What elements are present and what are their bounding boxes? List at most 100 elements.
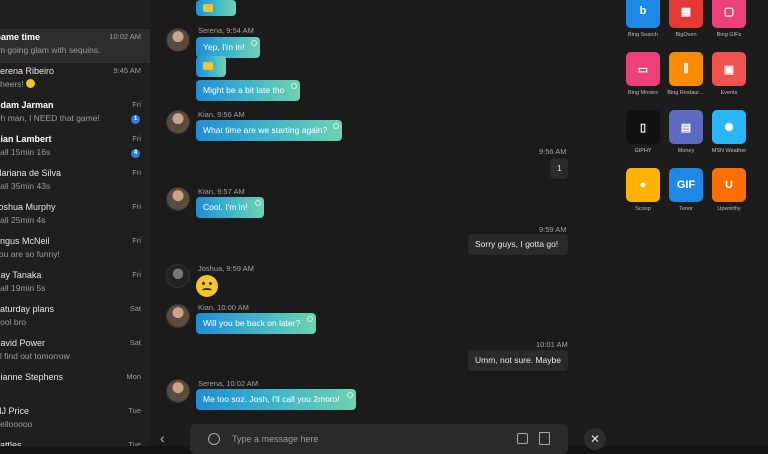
preview-text: I'm going glam with sequins. bbox=[0, 45, 101, 55]
conversation-time: Mon bbox=[126, 372, 141, 381]
app-tile[interactable]: ▦ BigOven bbox=[663, 0, 709, 38]
conversation-item[interactable]: Mariana de Silva Call 35min 43s Fri bbox=[0, 165, 150, 199]
preview-text: Oh man, I NEED that game! bbox=[0, 113, 100, 123]
message-text: Yep, I'm in! bbox=[203, 42, 245, 52]
avatar bbox=[166, 28, 190, 52]
read-receipt-icon bbox=[291, 83, 297, 89]
message-text: Cool. I'm in! bbox=[203, 202, 248, 212]
conversation-preview: Cool bro bbox=[0, 317, 26, 327]
message-bubble[interactable]: Sorry guys, I gotta go! bbox=[468, 234, 568, 255]
conversation-preview: Call 15min 16s bbox=[0, 147, 50, 157]
message-bubble[interactable]: Me too soz. Josh, I'll call you 2moro! bbox=[196, 389, 356, 410]
conversation-preview: Call 19min 5s bbox=[0, 283, 46, 293]
attach-file-icon[interactable] bbox=[539, 432, 550, 445]
message-bubble[interactable] bbox=[196, 56, 226, 77]
app-tile[interactable]: ⫼ Bing Restaur… bbox=[663, 52, 709, 96]
conversation-item[interactable]: Ray Tanaka Call 19min 5s Fri bbox=[0, 267, 150, 301]
conversation-item[interactable]: Battles Tue bbox=[0, 437, 150, 446]
conversation-time: 9:45 AM bbox=[113, 66, 141, 75]
conversation-item[interactable]: David Power I'll find out tomorrow Sat bbox=[0, 335, 150, 369]
conversation-item[interactable]: Serena Ribeiro Cheers! 9:45 AM bbox=[0, 63, 150, 97]
app-tile[interactable]: ▣ Events bbox=[706, 52, 752, 96]
read-receipt-icon bbox=[255, 200, 261, 206]
message-text: Umm, not sure. Maybe bbox=[475, 355, 561, 365]
conversation-item[interactable]: Dianne Stephens Mon bbox=[0, 369, 150, 403]
message-bubble[interactable]: What time are we starting again? bbox=[196, 120, 342, 141]
message-time: 9:56 AM bbox=[539, 147, 567, 156]
message-text: What time are we starting again? bbox=[203, 125, 328, 135]
conversation-item[interactable]: Angus McNeil You are so funny! Fri bbox=[0, 233, 150, 267]
message-input-bar[interactable]: Type a message here bbox=[190, 424, 568, 454]
emoji-icon[interactable] bbox=[208, 433, 220, 445]
conversation-name: Game time bbox=[0, 32, 41, 42]
message-bubble[interactable]: Yep, I'm in! bbox=[196, 37, 260, 58]
app-tile[interactable]: ● Scoop bbox=[620, 168, 666, 212]
back-chevron-icon[interactable]: ‹ bbox=[160, 430, 165, 446]
message-bubble[interactable]: Might be a bit late tho bbox=[196, 80, 300, 101]
conversation-preview: Hellooooo bbox=[0, 419, 32, 429]
app-icon: ▤ bbox=[669, 110, 703, 144]
conversation-item[interactable]: Adam Jarman Oh man, I NEED that game! Fri 1 bbox=[0, 97, 150, 131]
message-input[interactable]: Type a message here bbox=[232, 434, 319, 444]
app-tile[interactable]: b Bing Search bbox=[620, 0, 666, 38]
message-bubble[interactable] bbox=[196, 0, 236, 16]
app-tile[interactable]: ✺ MSN Weather bbox=[706, 110, 752, 154]
conversation-time: Tue bbox=[128, 406, 141, 415]
message-bubble[interactable]: Will you be back on later? bbox=[196, 313, 316, 334]
app-tile[interactable]: ▤ Money bbox=[663, 110, 709, 154]
sticker-icon[interactable] bbox=[517, 433, 528, 444]
conversation-item[interactable]: Game time I'm going glam with sequins. 10:… bbox=[0, 29, 150, 63]
conversation-item[interactable]: MJ Price Hellooooo Tue bbox=[0, 403, 150, 437]
conversation-name: Serena Ribeiro bbox=[0, 66, 55, 76]
conversation-item[interactable]: Joshua Murphy Call 25min 4s Fri bbox=[0, 199, 150, 233]
conversation-preview: I'll find out tomorrow bbox=[0, 351, 70, 361]
app-label: MSN Weather bbox=[711, 148, 747, 154]
avatar bbox=[166, 379, 190, 403]
app-icon: ▭ bbox=[626, 52, 660, 86]
message-text: Sorry guys, I gotta go! bbox=[475, 239, 559, 249]
message-bubble[interactable]: 1 bbox=[550, 158, 568, 179]
conversation-list: Game time I'm going glam with sequins. 10:… bbox=[0, 0, 150, 446]
unread-badge: 4 bbox=[131, 149, 140, 158]
app-label: Upworthy bbox=[717, 206, 741, 212]
preview-text: Cheers! bbox=[0, 79, 24, 89]
smile-emoji-icon bbox=[25, 79, 35, 88]
conversation-preview: Cheers! bbox=[0, 79, 35, 89]
app-tile[interactable]: U Upworthy bbox=[706, 168, 752, 212]
message-meta: Serena, 9:54 AM bbox=[198, 26, 254, 35]
conversation-name: David Power bbox=[0, 338, 46, 348]
app-tile[interactable]: ▭ Bing Movies bbox=[620, 52, 666, 96]
conversation-item[interactable]: Saturday plans Cool bro Sat bbox=[0, 301, 150, 335]
thumbs-up-icon bbox=[203, 4, 213, 12]
message-bubble[interactable]: Cool. I'm in! bbox=[196, 197, 264, 218]
message-text: 1 bbox=[557, 163, 562, 173]
app-label: Bing Movies bbox=[628, 90, 658, 96]
conversation-time: Sat bbox=[129, 338, 141, 347]
message-text: Me too soz. Josh, I'll call you 2moro! bbox=[203, 394, 340, 404]
read-receipt-icon bbox=[307, 316, 313, 322]
conversation-item[interactable]: Kian Lambert Call 15min 16s Fri 4 bbox=[0, 131, 150, 165]
avatar bbox=[166, 304, 190, 328]
avatar bbox=[166, 264, 190, 288]
preview-text: Call 15min 16s bbox=[0, 147, 51, 157]
conversation-name: Joshua Murphy bbox=[0, 202, 56, 212]
message-time: 9:59 AM bbox=[539, 225, 567, 234]
apps-panel: b Bing Search ▦ BigOven ▢ Bing GIFs ▭ Bing Movi… bbox=[612, 0, 768, 446]
unread-badge: 1 bbox=[131, 115, 140, 124]
app-tile[interactable]: ▯ GIPHY bbox=[620, 110, 666, 154]
conversation-preview: Oh man, I NEED that game! bbox=[0, 113, 100, 123]
app-icon: b bbox=[626, 0, 660, 28]
conversation-time: Sat bbox=[129, 304, 141, 313]
conversation-name: Kian Lambert bbox=[0, 134, 52, 144]
app-tile[interactable]: ▢ Bing GIFs bbox=[706, 0, 752, 38]
app-label: Money bbox=[677, 148, 695, 154]
app-tile[interactable]: GIF Tenor bbox=[663, 168, 709, 212]
message-bubble[interactable]: Umm, not sure. Maybe bbox=[468, 350, 568, 371]
conversation-time: Fri bbox=[132, 100, 141, 109]
conversation-name: Angus McNeil bbox=[0, 236, 50, 246]
read-receipt-icon bbox=[347, 392, 353, 398]
close-apps-button[interactable]: ✕ bbox=[584, 428, 606, 450]
message-text: Might be a bit late tho bbox=[203, 85, 285, 95]
conversation-name: Battles bbox=[0, 440, 22, 446]
message-meta: Joshua, 9:59 AM bbox=[198, 264, 254, 273]
